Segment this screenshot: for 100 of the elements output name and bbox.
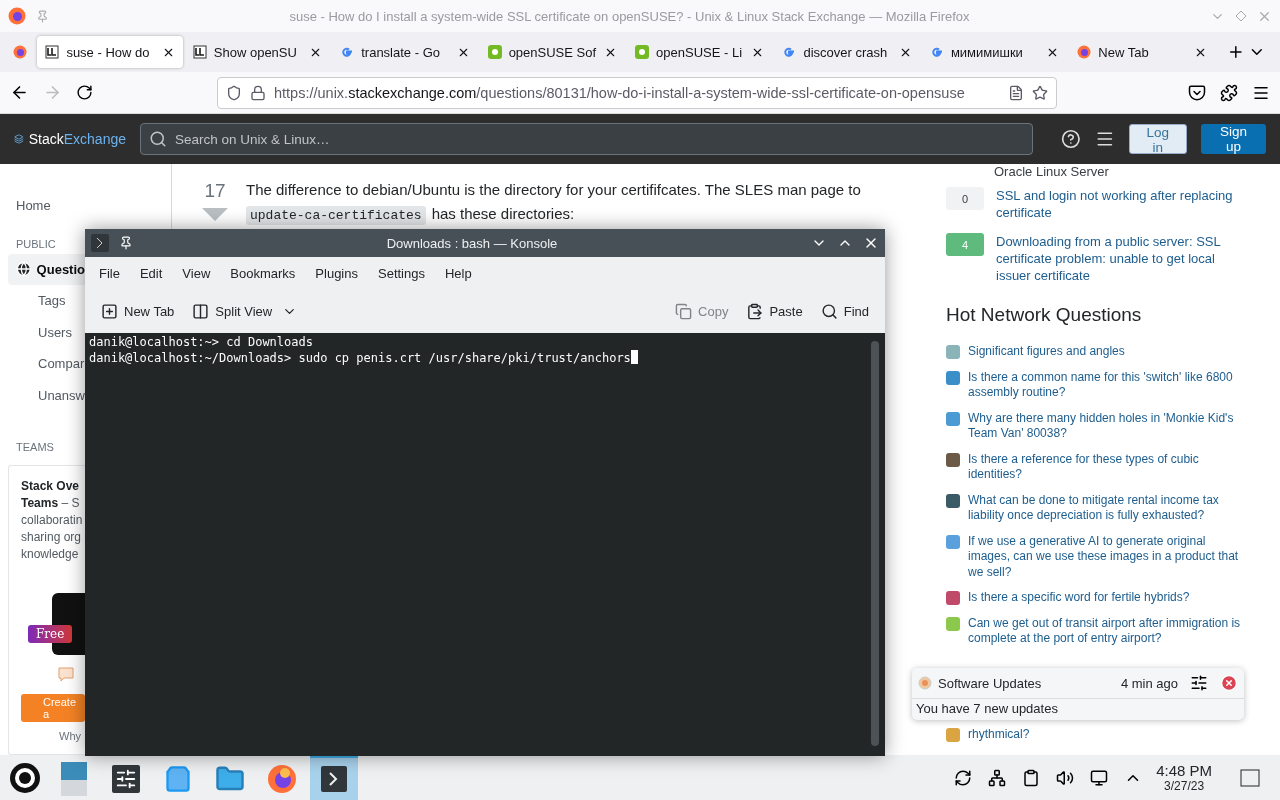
browser-tab[interactable]: suse - How do xyxy=(37,36,183,68)
question-link[interactable]: Is there a reference for these types of cubic identities? xyxy=(968,451,1242,483)
update-icon xyxy=(918,676,932,690)
show-desktop-icon[interactable] xyxy=(1240,768,1260,787)
toolbar-button[interactable]: Paste xyxy=(740,296,809,327)
g-icon xyxy=(340,45,355,59)
nav-link[interactable]: Home xyxy=(8,190,53,222)
notification-text: You have 7 new updates xyxy=(915,700,1059,718)
score-badge: 4 xyxy=(946,233,984,256)
speech-bubble-icon xyxy=(58,667,74,682)
close-icon[interactable] xyxy=(1220,674,1238,692)
teams-text: knowledge xyxy=(21,546,79,563)
menu-item[interactable]: Edit xyxy=(129,266,173,281)
section-heading: PUBLIC xyxy=(16,237,56,250)
question-link[interactable]: If we use a generative AI to generate original images, can we use these images in a product that we sell? xyxy=(968,533,1242,580)
menu-item[interactable]: File xyxy=(89,266,130,281)
tab-title: openSUSE - Li xyxy=(656,44,744,60)
reader-view-icon[interactable] xyxy=(1008,84,1024,101)
notification-time: 4 min ago xyxy=(1120,675,1178,691)
question-link[interactable]: rhythmical? xyxy=(968,726,1030,742)
related-link[interactable]: Oracle Linux Server xyxy=(994,164,1109,179)
toolbar-button[interactable]: Find xyxy=(814,296,875,327)
browser-tab[interactable]: Show openSU xyxy=(184,36,331,68)
firefox-icon xyxy=(12,45,27,59)
browser-tab[interactable]: openSUSE Sof xyxy=(479,36,626,68)
chameleon-icon xyxy=(635,45,650,59)
globe-icon xyxy=(16,260,32,279)
nav-link[interactable]: Users xyxy=(8,316,74,348)
login-button[interactable]: Log in xyxy=(1128,124,1187,154)
nav-link[interactable]: Unansw xyxy=(8,379,87,411)
network-icon[interactable] xyxy=(1090,768,1109,787)
launcher-icon[interactable] xyxy=(8,760,42,795)
menu-item[interactable]: View xyxy=(172,266,221,281)
shield-icon[interactable] xyxy=(226,84,242,101)
taskbar-app[interactable] xyxy=(310,755,358,800)
browser-tab[interactable]: New Tab xyxy=(1069,36,1215,68)
extensions-icon[interactable] xyxy=(1220,83,1238,102)
nav-link[interactable]: Compar xyxy=(8,348,87,380)
teams-text: sharing org xyxy=(21,529,82,546)
chameleon-icon xyxy=(487,45,502,59)
nav-link[interactable]: Questio xyxy=(8,253,85,285)
browser-tab[interactable]: translate - Go xyxy=(332,36,478,68)
volume-icon[interactable] xyxy=(1056,768,1075,787)
related-link[interactable]: Downloading from a public server: SSL certificate problem: unable to get local issuer certificate xyxy=(996,233,1246,284)
nav-link[interactable]: Tags xyxy=(8,285,68,317)
help-icon[interactable] xyxy=(1061,129,1082,149)
teams-text: collaboratin xyxy=(21,512,83,529)
signup-button[interactable]: Sign up xyxy=(1200,124,1266,154)
question-link[interactable]: What can be done to mitigate rental income tax liability once depreciation is fully exhausted? xyxy=(968,492,1242,524)
menu-item[interactable]: Plugins xyxy=(305,266,368,281)
clipboard-icon[interactable] xyxy=(1022,768,1041,787)
lock-icon[interactable] xyxy=(250,84,266,101)
terminal-icon xyxy=(320,765,348,793)
search-icon xyxy=(149,130,167,148)
question-link[interactable]: Significant figures and angles xyxy=(968,344,1125,360)
store-bag-icon xyxy=(164,765,192,793)
update-icon[interactable] xyxy=(954,768,973,787)
toolbar-button[interactable]: Split View xyxy=(186,296,304,327)
menu-item[interactable]: Settings xyxy=(368,266,435,281)
question-link[interactable]: Can we get out of transit airport after immigration is complete at the port of entry airport? xyxy=(968,615,1242,647)
configure-icon[interactable] xyxy=(1190,674,1208,692)
url-field[interactable]: https://unix.stackexchange.com/questions/80131/how-do-i-install-a-system-wide-ssl-certificate-on-opensuse xyxy=(217,76,1057,109)
network-share-icon[interactable] xyxy=(988,768,1007,787)
back-icon[interactable] xyxy=(10,83,29,102)
score-badge: 0 xyxy=(946,187,984,210)
window-title: Downloads : bash — Konsole xyxy=(385,235,559,251)
terminal[interactable]: danik@localhost:~> cd Downloads danik@localhost:~/Downloads> sudo cp penis.crt /usr/share/pki/trust/anchors xyxy=(85,333,885,756)
search-icon xyxy=(820,303,838,320)
site-icon xyxy=(45,45,60,59)
reload-icon[interactable] xyxy=(76,84,93,101)
menu-item[interactable]: Help xyxy=(434,266,482,281)
clock[interactable]: 4:48 PM 3/27/23 xyxy=(1156,762,1212,793)
site-switcher-icon[interactable] xyxy=(1095,129,1115,149)
answer-text: The difference to debian/Ubuntu is the directory for your certififcates. The SLES man page to xyxy=(246,180,861,200)
browser-tab[interactable]: мимимишки xyxy=(921,36,1068,68)
bookmark-star-icon[interactable] xyxy=(1032,84,1048,101)
browser-tab[interactable]: openSUSE - Li xyxy=(627,36,773,68)
terminal-icon xyxy=(91,234,109,252)
notification-app: Software Updates xyxy=(938,675,1043,691)
window-title: suse - How do I install a system-wide SSL certificate on openSUSE? - Unix & Linux Stack Exchange — Mozilla Firefox xyxy=(288,8,971,24)
browser-tab[interactable]: discover crash xyxy=(774,36,920,68)
menu-item[interactable]: Bookmarks xyxy=(220,266,306,281)
paste-icon xyxy=(746,303,764,320)
scrollbar[interactable] xyxy=(871,341,879,746)
split-view-icon xyxy=(192,303,210,320)
toolbar-button[interactable]: New Tab xyxy=(95,296,181,327)
site-logo[interactable]: StackExchange xyxy=(28,131,126,147)
why-link[interactable]: Why xyxy=(59,730,81,742)
teams-text: Teams – S xyxy=(21,495,80,512)
pin-icon[interactable] xyxy=(119,236,133,250)
pocket-icon[interactable] xyxy=(1188,83,1206,102)
tab-title: translate - Go xyxy=(361,44,441,60)
question-link[interactable]: Is there a specific word for fertile hybrids? xyxy=(968,590,1190,606)
related-link[interactable]: SSL and login not working after replacing certificate xyxy=(996,187,1246,221)
question-link[interactable]: Why are there many hidden holes in 'Monkie Kid's Team Van' 80038? xyxy=(968,410,1242,442)
answer-text: update-ca-certificates has these directories: xyxy=(246,204,861,226)
firefox-icon xyxy=(1077,45,1092,59)
question-link[interactable]: Is there a common name for this 'switch' like 6800 assembly routine? xyxy=(968,369,1242,401)
search-field[interactable]: Search on Unix & Linux… xyxy=(140,123,1034,155)
g-icon xyxy=(782,45,797,59)
